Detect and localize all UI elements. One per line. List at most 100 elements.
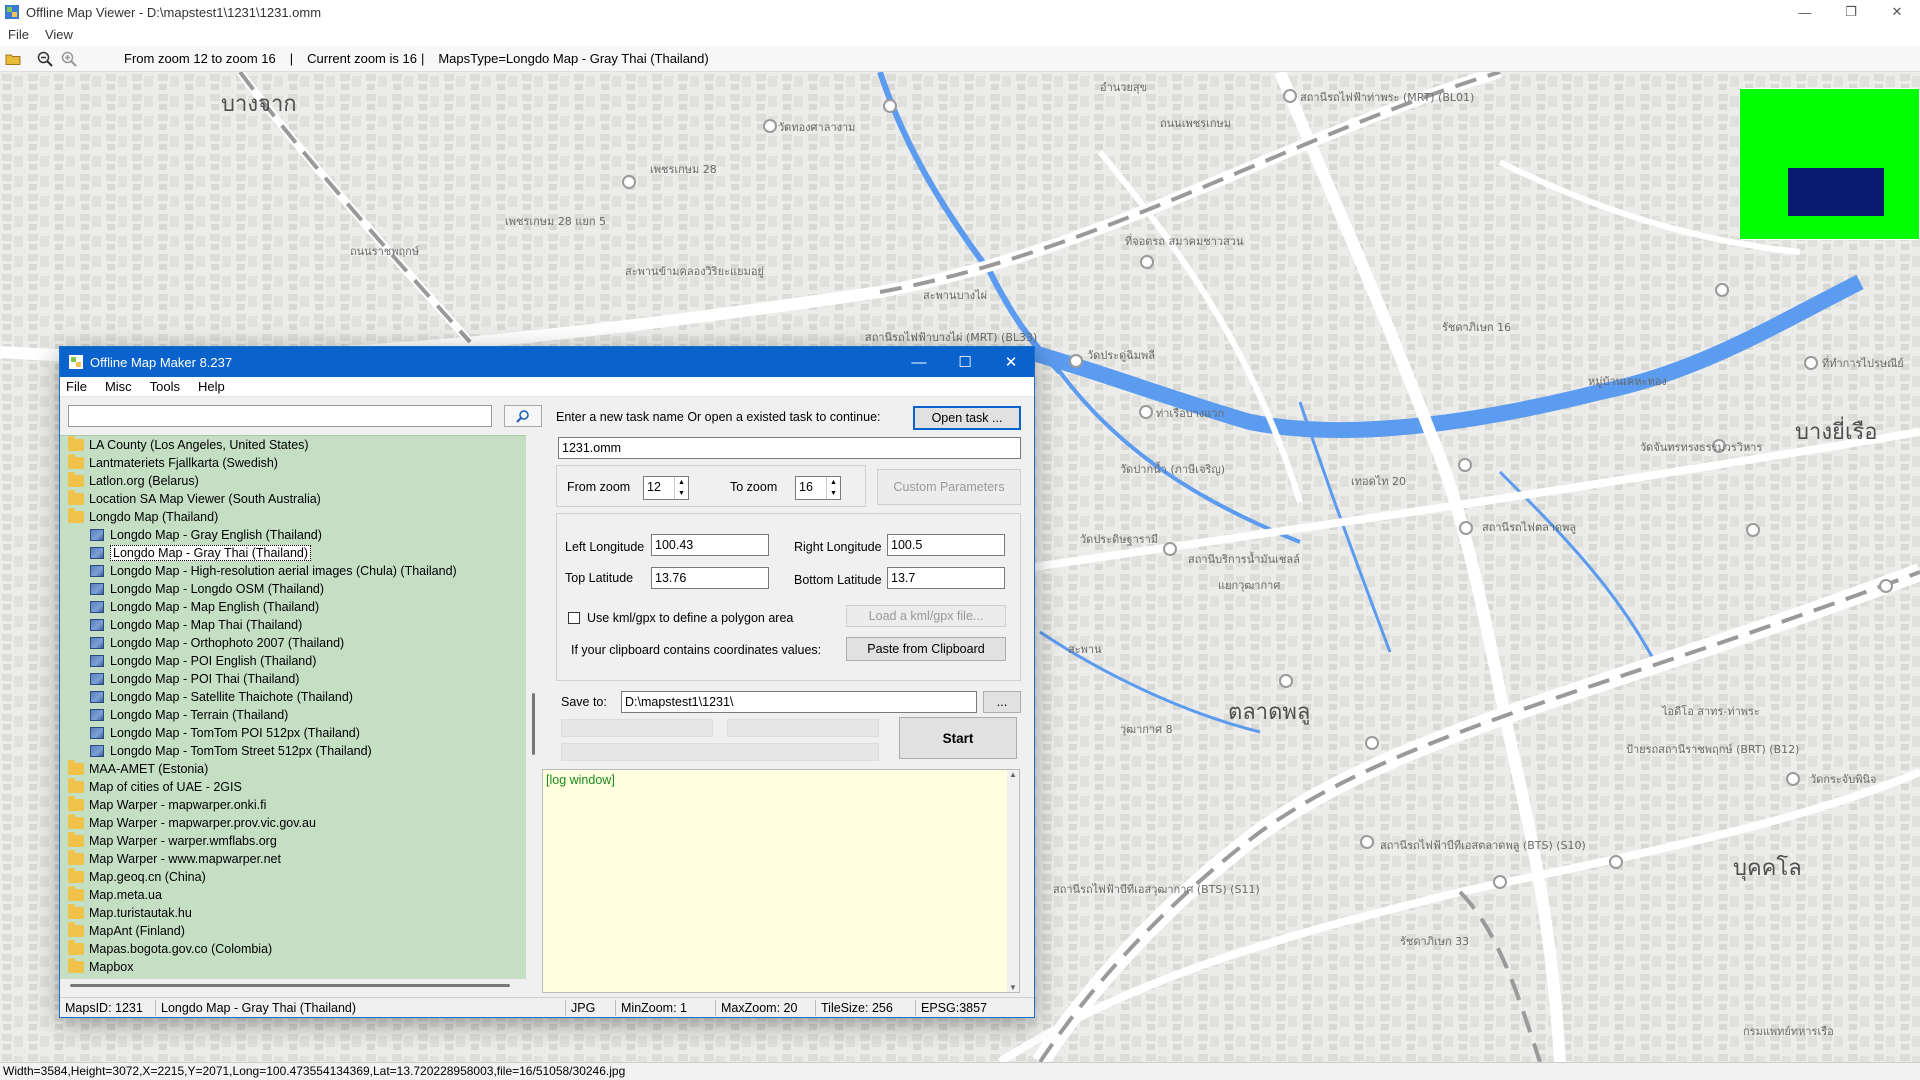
save-to-label: Save to: bbox=[561, 695, 607, 709]
scroll-up-icon[interactable]: ▲ bbox=[1009, 770, 1017, 779]
tree-folder[interactable]: MapAnt (Finland) bbox=[60, 922, 526, 940]
tree-map-item[interactable]: Longdo Map - High-resolution aerial imag… bbox=[60, 562, 526, 580]
load-kml-button[interactable]: Load a kml/gpx file... bbox=[846, 605, 1006, 627]
left-longitude-input[interactable]: 100.43 bbox=[651, 534, 769, 556]
tree-map-item[interactable]: Longdo Map - Satellite Thaichote (Thaila… bbox=[60, 688, 526, 706]
tree-folder[interactable]: Map Warper - mapwarper.onki.fi bbox=[60, 796, 526, 814]
folder-icon bbox=[68, 796, 84, 811]
tree-item-label: Longdo Map - Satellite Thaichote (Thaila… bbox=[110, 690, 353, 704]
dialog-close-button[interactable]: ✕ bbox=[988, 347, 1034, 377]
task-name-input[interactable]: 1231.omm bbox=[558, 437, 1021, 459]
dialog-maximize-button[interactable]: ☐ bbox=[942, 347, 988, 377]
search-input[interactable] bbox=[68, 405, 492, 427]
save-to-input[interactable]: D:\mapstest1\1231\ bbox=[621, 691, 977, 713]
bottom-latitude-label: Bottom Latitude bbox=[794, 573, 882, 587]
tree-item-label: Map.geoq.cn (China) bbox=[89, 870, 206, 884]
map-label: แยกวุฒากาศ bbox=[1218, 579, 1281, 592]
tree-item-label: Longdo Map - TomTom Street 512px (Thaila… bbox=[110, 744, 372, 758]
close-button[interactable]: ✕ bbox=[1874, 0, 1920, 24]
viewer-toolbar: From zoom 12 to zoom 16 | Current zoom i… bbox=[0, 46, 1920, 72]
spin-up-icon[interactable]: ▲ bbox=[830, 479, 837, 486]
log-window[interactable]: [log window] ▲ ▼ bbox=[542, 769, 1020, 993]
menu-file[interactable]: File bbox=[0, 27, 37, 42]
to-zoom-value: 16 bbox=[799, 480, 813, 494]
use-kml-checkbox[interactable] bbox=[568, 612, 580, 624]
use-kml-label: Use kml/gpx to define a polygon area bbox=[587, 611, 794, 625]
restore-button[interactable]: ❐ bbox=[1828, 0, 1874, 24]
tree-folder[interactable]: MAA-AMET (Estonia) bbox=[60, 760, 526, 778]
spin-down-icon[interactable]: ▼ bbox=[678, 490, 685, 497]
from-zoom-spinner[interactable]: 12 ▲ ▼ bbox=[643, 476, 689, 500]
overview-viewport-rect[interactable] bbox=[1788, 168, 1884, 216]
map-label: สถานีรถไฟฟ้าท่าพระ (MRT) (BL01) bbox=[1300, 91, 1475, 104]
folder-open-icon bbox=[68, 508, 84, 523]
map-label: ไอดีโอ สาทร-ท่าพระ bbox=[1662, 705, 1760, 718]
tree-folder[interactable]: Location SA Map Viewer (South Australia) bbox=[60, 490, 526, 508]
open-task-button[interactable]: Open task ... bbox=[913, 406, 1021, 430]
bottom-latitude-input[interactable]: 13.7 bbox=[887, 567, 1005, 589]
folder-icon bbox=[68, 490, 84, 505]
tree-folder[interactable]: Longdo Map (Thailand) bbox=[60, 508, 526, 526]
right-longitude-input[interactable]: 100.5 bbox=[887, 534, 1005, 556]
menu-view[interactable]: View bbox=[37, 27, 81, 42]
tree-folder[interactable]: Map of cities of UAE - 2GIS bbox=[60, 778, 526, 796]
tree-item-label: MapAnt (Finland) bbox=[89, 924, 185, 938]
map-source-tree[interactable]: LA County (Los Angeles, United States) La… bbox=[60, 435, 526, 979]
zoom-out-icon[interactable] bbox=[34, 48, 56, 70]
dialog-menu-help[interactable]: Help bbox=[192, 379, 231, 394]
tree-map-item[interactable]: Longdo Map - TomTom Street 512px (Thaila… bbox=[60, 742, 526, 760]
tree-folder[interactable]: Map.turistautak.hu bbox=[60, 904, 526, 922]
minimize-button[interactable]: — bbox=[1782, 0, 1828, 24]
tree-folder[interactable]: Map Warper - warper.wmflabs.org bbox=[60, 832, 526, 850]
zoom-in-icon[interactable] bbox=[58, 48, 80, 70]
top-latitude-input[interactable]: 13.76 bbox=[651, 567, 769, 589]
tree-item-label: Longdo Map - Orthophoto 2007 (Thailand) bbox=[110, 636, 345, 650]
spin-down-icon[interactable]: ▼ bbox=[830, 490, 837, 497]
spin-up-icon[interactable]: ▲ bbox=[678, 479, 685, 486]
tree-map-item[interactable]: Longdo Map - TomTom POI 512px (Thailand) bbox=[60, 724, 526, 742]
overview-minimap[interactable] bbox=[1739, 88, 1920, 240]
tree-map-item[interactable]: Longdo Map - Gray English (Thailand) bbox=[60, 526, 526, 544]
folder-icon bbox=[68, 454, 84, 469]
tree-map-item[interactable]: Longdo Map - Orthophoto 2007 (Thailand) bbox=[60, 634, 526, 652]
paste-from-clipboard-button[interactable]: Paste from Clipboard bbox=[846, 637, 1006, 661]
tree-map-item[interactable]: Longdo Map - Gray Thai (Thailand) bbox=[60, 544, 526, 562]
tree-folder[interactable]: Map Warper - www.mapwarper.net bbox=[60, 850, 526, 868]
tree-map-item[interactable]: Longdo Map - Terrain (Thailand) bbox=[60, 706, 526, 724]
search-button[interactable] bbox=[504, 405, 542, 427]
tree-vertical-scrollbar[interactable] bbox=[528, 435, 540, 979]
tree-item-label: Longdo Map - Terrain (Thailand) bbox=[110, 708, 289, 722]
to-zoom-spinner[interactable]: 16 ▲ ▼ bbox=[795, 476, 841, 500]
tree-folder[interactable]: Mapas.bogota.gov.co (Colombia) bbox=[60, 940, 526, 958]
top-latitude-label: Top Latitude bbox=[565, 571, 634, 585]
dialog-menu-misc[interactable]: Misc bbox=[99, 379, 138, 394]
tree-folder[interactable]: Map.geoq.cn (China) bbox=[60, 868, 526, 886]
folder-icon bbox=[68, 904, 84, 919]
dialog-menu-tools[interactable]: Tools bbox=[144, 379, 186, 394]
custom-parameters-button[interactable]: Custom Parameters bbox=[877, 469, 1021, 505]
dialog-minimize-button[interactable]: — bbox=[896, 347, 942, 377]
dialog-menu-file[interactable]: File bbox=[60, 379, 93, 394]
tree-folder[interactable]: LA County (Los Angeles, United States) bbox=[60, 436, 526, 454]
tree-map-item[interactable]: Longdo Map - Longdo OSM (Thailand) bbox=[60, 580, 526, 598]
tree-map-item[interactable]: Longdo Map - Map Thai (Thailand) bbox=[60, 616, 526, 634]
tree-map-item[interactable]: Longdo Map - POI English (Thailand) bbox=[60, 652, 526, 670]
map-label: บางยี่เรือ bbox=[1795, 420, 1878, 445]
right-longitude-label: Right Longitude bbox=[794, 540, 882, 554]
tree-map-item[interactable]: Longdo Map - Map English (Thailand) bbox=[60, 598, 526, 616]
tree-folder[interactable]: Map Warper - mapwarper.prov.vic.gov.au bbox=[60, 814, 526, 832]
map-layer-icon bbox=[90, 619, 104, 631]
browse-button[interactable]: ... bbox=[983, 691, 1021, 713]
tree-map-item[interactable]: Longdo Map - POI Thai (Thailand) bbox=[60, 670, 526, 688]
start-button[interactable]: Start bbox=[899, 717, 1017, 759]
tree-folder[interactable]: Lantmateriets Fjallkarta (Swedish) bbox=[60, 454, 526, 472]
tree-folder[interactable]: Map.meta.ua bbox=[60, 886, 526, 904]
dialog-titlebar[interactable]: Offline Map Maker 8.237 — ☐ ✕ bbox=[60, 347, 1034, 377]
log-scrollbar[interactable]: ▲ ▼ bbox=[1007, 770, 1019, 992]
scroll-down-icon[interactable]: ▼ bbox=[1009, 983, 1017, 992]
tree-folder[interactable]: Latlon.org (Belarus) bbox=[60, 472, 526, 490]
tree-horizontal-scrollbar[interactable] bbox=[60, 979, 526, 991]
open-folder-icon[interactable] bbox=[2, 48, 24, 70]
tree-folder[interactable]: Mapbox bbox=[60, 958, 526, 976]
tree-item-label: Map.turistautak.hu bbox=[89, 906, 192, 920]
